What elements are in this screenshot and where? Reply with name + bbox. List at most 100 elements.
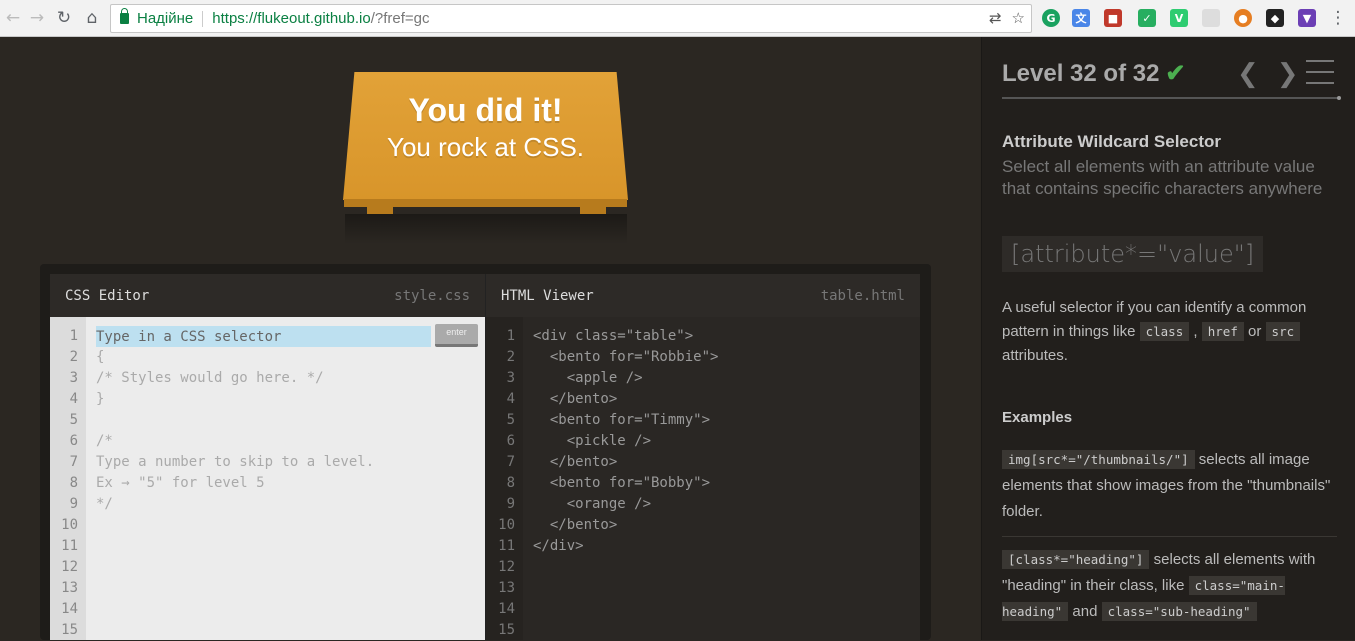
- line-number: 9: [69, 496, 78, 512]
- css-selector-input[interactable]: [96, 326, 431, 347]
- browser-toolbar: ← → ↻ ⌂ Надійне https://flukeout.github.…: [0, 0, 1355, 37]
- line-numbers: 1 2 3 4 5 6 7 8 9 10 11 12 13 14 15: [486, 317, 523, 640]
- selector-description: Select all elements with an attribute va…: [1002, 157, 1323, 198]
- line-number: 11: [498, 538, 515, 554]
- examples-title: Examples: [1002, 409, 1073, 426]
- line-number: 2: [506, 349, 515, 365]
- purple-extension-icon[interactable]: ▼: [1298, 9, 1316, 27]
- line-number: 14: [61, 601, 78, 617]
- line-number: 1: [69, 328, 78, 344]
- sign-subtitle: You rock at CSS.: [386, 132, 585, 162]
- code-line: Ex → "5" for level 5: [96, 475, 265, 491]
- code-line: </bento>: [533, 454, 618, 470]
- git-extension-icon[interactable]: ◆: [1266, 9, 1284, 27]
- sign-edge: [344, 199, 627, 207]
- code-line: {: [96, 349, 105, 365]
- code-line: </div>: [533, 538, 584, 554]
- grammarly-extension-icon[interactable]: G: [1042, 9, 1060, 27]
- selector-name: Attribute Wildcard Selector: [1002, 132, 1221, 151]
- line-number: 10: [61, 517, 78, 533]
- code-line: /*: [96, 433, 113, 449]
- bookmark-extension-icon[interactable]: ■: [1104, 9, 1122, 27]
- code-line: <bento for="Bobby">: [533, 475, 711, 491]
- code-line: <bento for="Robbie">: [533, 349, 719, 365]
- line-number: 15: [498, 622, 515, 638]
- previous-level-icon[interactable]: ❮: [1237, 59, 1259, 89]
- check-icon: ✔: [1165, 60, 1186, 87]
- html-viewer-file: table.html: [820, 287, 905, 304]
- enter-button[interactable]: enter: [435, 324, 478, 347]
- flag-extension-icon[interactable]: [1202, 9, 1220, 27]
- forward-icon[interactable]: →: [26, 7, 48, 29]
- example-item: img[src*="/thumbnails/"] selects all ima…: [1002, 447, 1337, 525]
- line-number: 10: [498, 517, 515, 533]
- sign-leg: [580, 207, 606, 214]
- lock-icon: [120, 8, 129, 24]
- line-number: 12: [61, 559, 78, 575]
- line-number: 5: [506, 412, 515, 428]
- html-viewer: HTML Viewer table.html 1 2 3 4 5 6 7 8 9 10 11 12 13…: [485, 274, 920, 640]
- line-number: 11: [61, 538, 78, 554]
- line-number: 15: [61, 622, 78, 638]
- line-number: 7: [69, 454, 78, 470]
- hint-code: href: [1201, 322, 1244, 341]
- line-number: 6: [69, 433, 78, 449]
- hint-text: attributes.: [1002, 347, 1068, 364]
- sign-shadow: [345, 214, 627, 244]
- vertical-dots-icon[interactable]: ⋮: [1327, 7, 1349, 29]
- html-code: <div class="table"> <bento for="Robbie">…: [523, 317, 920, 640]
- example-code: class="sub-heading": [1101, 602, 1257, 621]
- next-level-icon[interactable]: ❯: [1277, 59, 1299, 89]
- line-number: 4: [69, 391, 78, 407]
- line-number: 8: [506, 475, 515, 491]
- divider: [1002, 536, 1337, 537]
- line-number: 9: [506, 496, 515, 512]
- hint-code: class: [1139, 322, 1190, 341]
- line-number: 3: [69, 370, 78, 386]
- progress-dot: [1337, 96, 1341, 100]
- line-number: 1: [506, 328, 515, 344]
- code-line: </bento>: [533, 517, 618, 533]
- line-number: 3: [506, 370, 515, 386]
- example-text: and: [1072, 603, 1098, 620]
- hint-code: src: [1265, 322, 1301, 341]
- example-code: [class*="heading"]: [1002, 550, 1150, 569]
- line-number: 7: [506, 454, 515, 470]
- divider: [202, 10, 204, 27]
- code-line: <orange />: [533, 496, 652, 512]
- css-editor-title: CSS Editor: [65, 287, 150, 304]
- line-number: 6: [506, 433, 515, 449]
- selector-hint: A useful selector if you can identify a …: [1002, 299, 1307, 364]
- secure-label: Надійне: [137, 10, 194, 27]
- css-code: enter {/* Styles would go here. */} /* Typ…: [86, 317, 485, 640]
- home-icon[interactable]: ⌂: [81, 7, 103, 29]
- star-icon[interactable]: ☆: [1012, 9, 1025, 27]
- code-line: </bento>: [533, 391, 618, 407]
- sign-title: You did it!: [408, 92, 563, 128]
- code-line: Type a number to skip to a level.: [96, 454, 375, 470]
- line-number: 13: [498, 580, 515, 596]
- url-path: /?fref=gc: [370, 10, 430, 27]
- reload-icon[interactable]: ↻: [53, 7, 75, 29]
- line-number: 13: [61, 580, 78, 596]
- level-title: Level 32 of 32 ✔: [1002, 59, 1186, 88]
- translate-icon[interactable]: ⇄: [989, 9, 1002, 27]
- menu-icon[interactable]: [1306, 60, 1334, 93]
- shield-extension-icon[interactable]: ✓: [1138, 9, 1156, 27]
- back-icon[interactable]: ←: [2, 7, 24, 29]
- css-editor: CSS Editor style.css 1 2 3 4 5 6 7 8 9 10 11 12 13 14…: [50, 274, 485, 640]
- orange-extension-icon[interactable]: ●: [1234, 9, 1252, 27]
- level-sidebar: Level 32 of 32 ✔ ❮ ❯ Attribute Wildcard S…: [981, 37, 1355, 640]
- vpn-extension-icon[interactable]: V: [1170, 9, 1188, 27]
- line-number: 14: [498, 601, 515, 617]
- url-host: https://flukeout.github.io: [212, 10, 371, 27]
- level-title-text: Level 32 of 32: [1002, 60, 1160, 87]
- line-number: 4: [506, 391, 515, 407]
- code-line: /* Styles would go here. */: [96, 370, 324, 386]
- code-line: <div class="table">: [533, 328, 694, 344]
- translate-extension-icon[interactable]: 文: [1072, 9, 1090, 27]
- line-numbers: 1 2 3 4 5 6 7 8 9 10 11 12 13 14 15: [50, 317, 86, 640]
- line-number: 2: [69, 349, 78, 365]
- address-bar[interactable]: Надійне https://flukeout.github.io/?fref…: [110, 4, 1032, 33]
